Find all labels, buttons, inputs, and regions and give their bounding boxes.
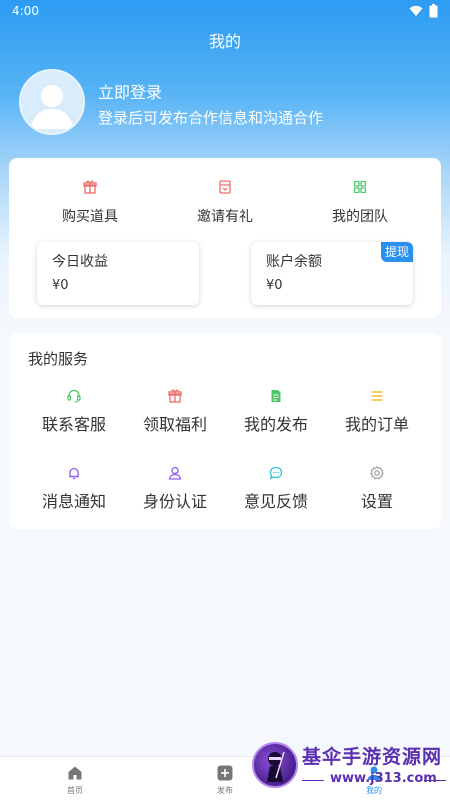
bell-icon: [69, 467, 79, 480]
buy-props-label: 购买道具: [62, 209, 118, 225]
avatar[interactable]: [19, 69, 85, 135]
today-earnings-title: 今日收益: [52, 254, 108, 270]
wifi-icon: [409, 5, 423, 16]
plus-icon: [217, 765, 233, 781]
status-time: 4:00: [12, 4, 39, 18]
login-subtitle: 登录后可发布合作信息和沟通合作: [98, 109, 324, 127]
default-avatar-icon: [31, 85, 73, 129]
list-icon: [371, 391, 383, 401]
chat-icon: [269, 466, 283, 480]
today-earnings-value: ¥0: [52, 278, 69, 293]
my-orders-button[interactable]: 我的订单: [327, 389, 427, 435]
watermark-line-left: [302, 780, 324, 781]
claim-benefits-label: 领取福利: [142, 415, 207, 434]
invite-button[interactable]: 邀请有礼: [165, 180, 285, 226]
contact-support-button[interactable]: 联系客服: [24, 389, 124, 435]
tab-publish[interactable]: 发布: [195, 765, 255, 796]
notifications-button[interactable]: 消息通知: [24, 466, 124, 512]
settings-button[interactable]: 设置: [327, 466, 427, 512]
user-icon: [168, 466, 182, 480]
account-balance-card[interactable]: 账户余额 ¥0 提现: [251, 242, 413, 305]
my-orders-label: 我的订单: [344, 415, 409, 434]
page-title: 我的: [208, 32, 241, 51]
tab-publish-label: 发布: [217, 786, 233, 795]
ninja-icon: [267, 751, 285, 782]
login-button[interactable]: 立即登录: [98, 79, 162, 103]
identity-verify-label: 身份认证: [142, 492, 207, 511]
tab-home-label: 首页: [67, 786, 83, 795]
watermark: 基伞手游资源网 www.j313.com: [252, 740, 448, 798]
grid-icon: [353, 180, 367, 194]
watermark-line-right: [424, 780, 446, 781]
services-card: 我的服务 联系客服 领取福利 我的发布 我的订单 消息通知 身份认证 意见反馈 …: [9, 333, 441, 529]
headset-icon: [67, 389, 81, 403]
account-balance-value: ¥0: [266, 278, 283, 293]
notifications-label: 消息通知: [41, 492, 106, 511]
status-bar: 4:00: [0, 0, 450, 22]
claim-benefits-button[interactable]: 领取福利: [125, 389, 225, 435]
battery-icon: [429, 4, 438, 18]
watermark-logo: [252, 742, 298, 788]
watermark-title: 基伞手游资源网: [302, 746, 443, 768]
identity-verify-button[interactable]: 身份认证: [125, 466, 225, 512]
my-posts-button[interactable]: 我的发布: [226, 389, 326, 435]
document-icon: [271, 390, 281, 402]
contact-support-label: 联系客服: [41, 415, 106, 434]
today-earnings-card[interactable]: 今日收益 ¥0: [37, 242, 199, 305]
quick-actions-card: 购买道具 邀请有礼 我的团队 今日收益 ¥0 账户余额 ¥0 提现: [9, 158, 441, 318]
invite-label: 邀请有礼: [197, 209, 253, 225]
gear-icon: [370, 466, 384, 480]
settings-label: 设置: [360, 492, 393, 511]
withdraw-button[interactable]: 提现: [381, 242, 413, 262]
feedback-label: 意见反馈: [243, 492, 308, 511]
watermark-url: www.j313.com: [330, 771, 437, 786]
account-balance-title: 账户余额: [266, 254, 322, 270]
my-team-label: 我的团队: [332, 209, 388, 225]
services-title: 我的服务: [28, 350, 89, 368]
tab-home[interactable]: 首页: [45, 765, 105, 796]
gift-icon: [83, 180, 97, 194]
feedback-button[interactable]: 意见反馈: [226, 466, 326, 512]
my-posts-label: 我的发布: [243, 415, 308, 434]
gift-icon: [168, 389, 182, 403]
invite-icon: [219, 180, 231, 194]
home-icon: [68, 766, 82, 780]
buy-props-button[interactable]: 购买道具: [30, 180, 150, 226]
my-team-button[interactable]: 我的团队: [300, 180, 420, 226]
